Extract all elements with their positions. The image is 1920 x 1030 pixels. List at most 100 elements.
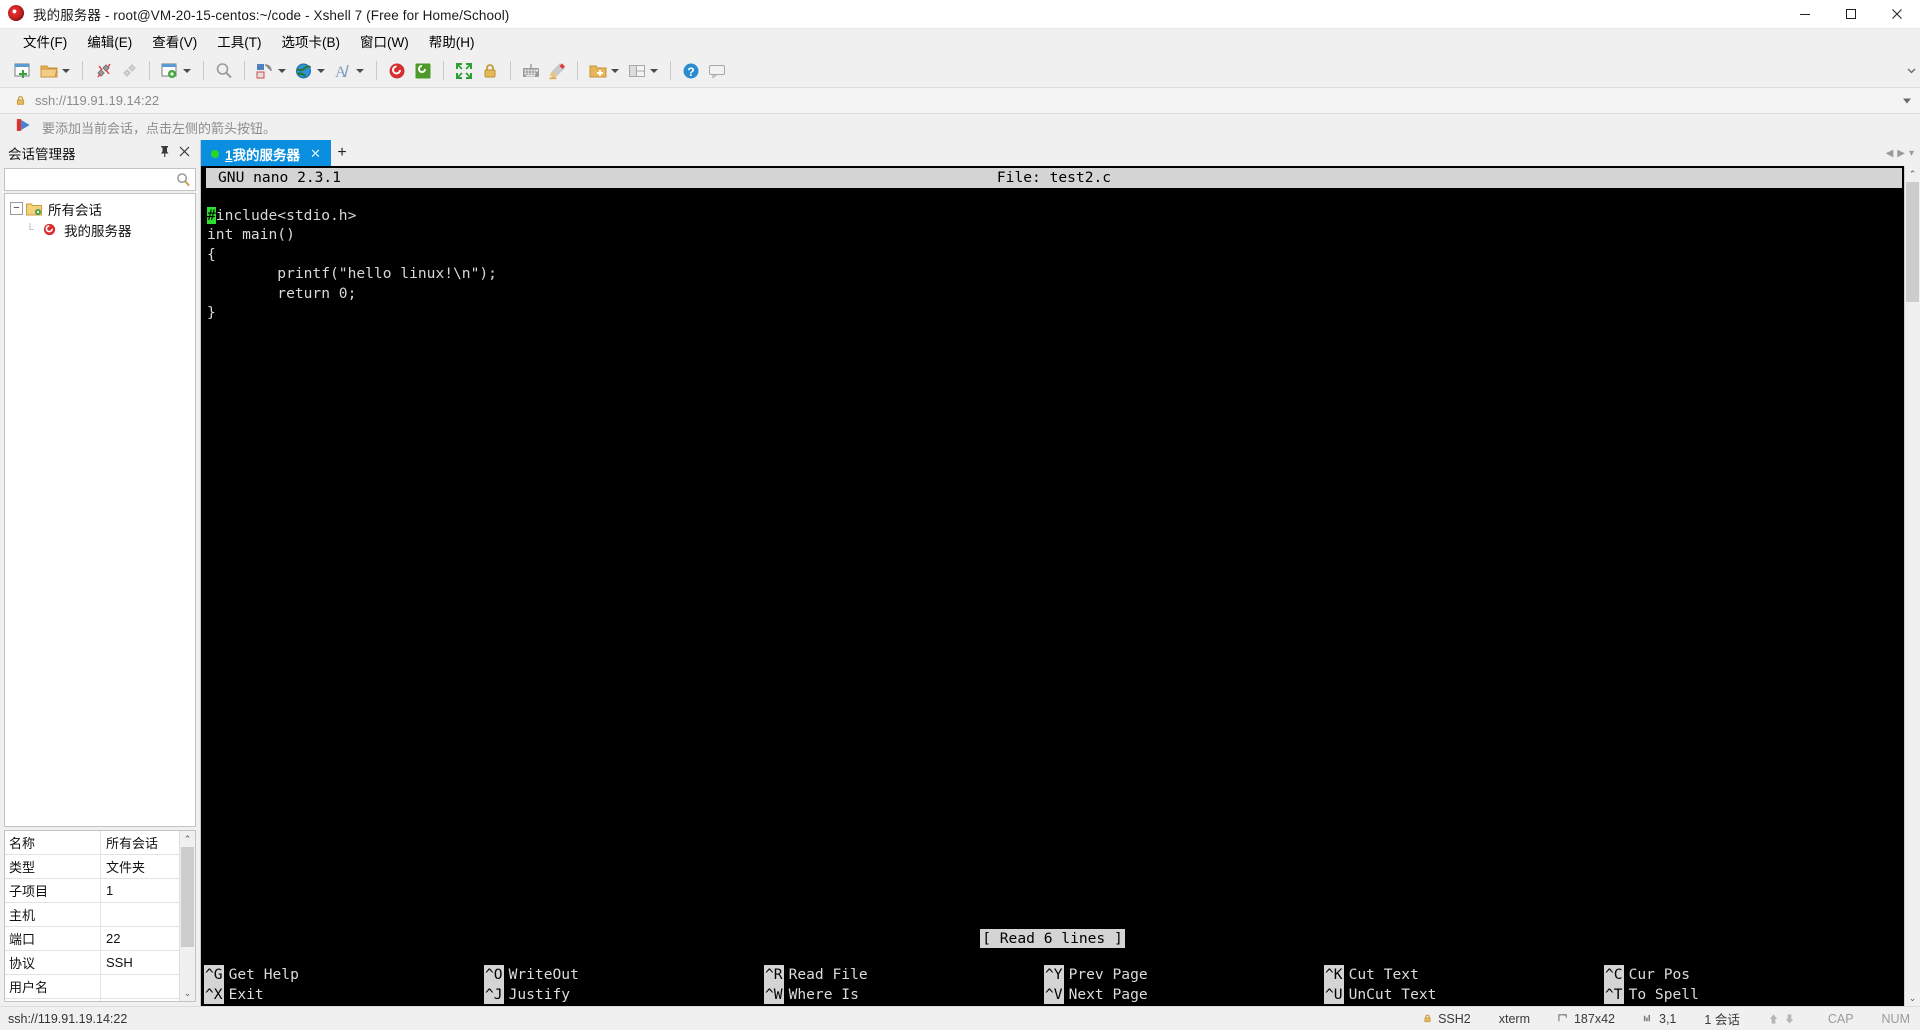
tree-item-my-server[interactable]: └ 我的服务器 xyxy=(5,219,195,240)
shortcut-label: To Spell xyxy=(1628,985,1699,1003)
menu-window[interactable]: 窗口(W) xyxy=(351,28,418,54)
toolbar-separator xyxy=(376,61,377,80)
prop-value xyxy=(101,975,179,998)
shortcut-uncut-text[interactable]: ^U UnCut Text xyxy=(1324,984,1604,1004)
menu-tabs-label: 选项卡(B) xyxy=(281,35,341,50)
tab-nav-right-icon[interactable]: ▶ xyxy=(1897,148,1905,159)
prop-value: 22 xyxy=(106,931,121,946)
title-bar: 我的服务器 - root@VM-20-15-centos:~/code - Xs… xyxy=(0,0,1920,29)
minimize-button[interactable] xyxy=(1782,0,1828,29)
session-search-box[interactable] xyxy=(4,168,196,191)
globe-button[interactable] xyxy=(291,58,330,84)
toolbar-overflow-button[interactable] xyxy=(1904,54,1918,87)
address-bar[interactable]: ssh://119.91.19.14:22 xyxy=(0,87,1920,114)
search-icon[interactable] xyxy=(176,172,191,192)
add-to-folder-icon xyxy=(589,65,607,77)
xftp-button[interactable] xyxy=(410,58,436,84)
shortcut-cur-pos[interactable]: ^C Cur Pos xyxy=(1604,965,1690,985)
shortcut-to-spell[interactable]: ^T To Spell xyxy=(1604,984,1699,1004)
close-button[interactable] xyxy=(1874,0,1920,29)
keyboard-button[interactable] xyxy=(518,58,544,84)
prop-value: 文件夹 xyxy=(106,860,146,875)
new-tab-button[interactable]: + xyxy=(331,140,353,166)
scrollbar-thumb[interactable] xyxy=(181,847,194,947)
maximize-button[interactable] xyxy=(1828,0,1874,29)
scroll-down-icon[interactable]: ⌄ xyxy=(180,985,195,1001)
layout-caret-icon[interactable] xyxy=(650,68,658,73)
shortcut-next-page[interactable]: ^V Next Page xyxy=(1044,984,1324,1004)
properties-scrollbar[interactable]: ⌃ ⌄ xyxy=(179,831,195,1001)
menu-tabs[interactable]: 选项卡(B) xyxy=(273,28,350,54)
menu-edit[interactable]: 编辑(E) xyxy=(78,28,141,54)
globe-caret-icon[interactable] xyxy=(317,68,325,73)
reconnect-button[interactable] xyxy=(116,58,142,84)
scroll-up-icon[interactable]: ⌃ xyxy=(1905,166,1920,182)
close-icon[interactable] xyxy=(179,144,190,162)
menu-help[interactable]: 帮助(H) xyxy=(420,28,484,54)
tab-nav-left-icon[interactable]: ◀ xyxy=(1886,148,1894,159)
terminal-scrollbar[interactable]: ⌃ ⌄ xyxy=(1904,166,1920,1006)
menu-tools[interactable]: 工具(T) xyxy=(208,28,270,54)
scrollbar-track[interactable] xyxy=(180,847,195,985)
shortcut-justify[interactable]: ^J Justify xyxy=(484,984,764,1004)
session-tree[interactable]: − 所有会话 └ 我的服务器 xyxy=(4,193,196,827)
tab-menu-icon[interactable]: ▾ xyxy=(1909,148,1914,159)
tab-close-icon[interactable]: ✕ xyxy=(310,146,321,162)
address-dropdown-caret-icon[interactable] xyxy=(1903,98,1911,103)
lock-icon xyxy=(484,63,496,77)
terminal-screen[interactable]: GNU nano 2.3.1 File: test2.c #include<st… xyxy=(201,166,1904,1006)
scroll-up-icon[interactable]: ⌃ xyxy=(180,831,195,847)
tab-my-server[interactable]: 1我的服务器 ✕ xyxy=(201,140,331,166)
globe-icon xyxy=(296,63,312,78)
scroll-down-icon[interactable]: ⌄ xyxy=(1905,990,1920,1006)
nano-shortcut-bar: ^G Get Help ^O WriteOut ^R Read File ^Y Prev… xyxy=(201,965,1904,1004)
lock-button[interactable] xyxy=(477,58,503,84)
tree-expander-icon[interactable]: − xyxy=(10,202,23,215)
shortcut-key: ^R xyxy=(764,965,784,985)
shortcut-label: Cut Text xyxy=(1348,966,1419,984)
scrollbar-thumb[interactable] xyxy=(1906,182,1919,302)
nano-code-area[interactable]: #include<stdio.h> int main() { printf("h… xyxy=(204,188,1904,322)
menu-file[interactable]: 文件(F) xyxy=(14,28,76,54)
transfer-caret-icon[interactable] xyxy=(278,68,286,73)
shortcut-exit[interactable]: ^X Exit xyxy=(204,984,484,1004)
menu-view[interactable]: 查看(V) xyxy=(143,28,206,54)
comment-button[interactable] xyxy=(704,58,730,84)
session-properties-button[interactable] xyxy=(157,58,196,84)
open-session-button[interactable] xyxy=(36,58,75,84)
code-text: return 0; xyxy=(207,284,357,302)
transfer-button[interactable] xyxy=(252,58,291,84)
add-to-folder-button[interactable] xyxy=(585,58,624,84)
shortcut-where-is[interactable]: ^W Where Is xyxy=(764,984,1044,1004)
add-to-folder-caret-icon[interactable] xyxy=(611,68,619,73)
shortcut-key: ^J xyxy=(484,984,504,1004)
highlight-button[interactable] xyxy=(544,58,570,84)
shortcut-cut-text[interactable]: ^K Cut Text xyxy=(1324,965,1604,985)
open-session-caret-icon[interactable] xyxy=(62,68,70,73)
shortcut-read-file[interactable]: ^R Read File xyxy=(764,965,1044,985)
font-button[interactable]: A xyxy=(330,58,369,84)
xshell-button[interactable] xyxy=(384,58,410,84)
font-caret-icon[interactable] xyxy=(356,68,364,73)
shortcut-key: ^C xyxy=(1604,965,1624,985)
fullscreen-button[interactable] xyxy=(451,58,477,84)
layout-icon xyxy=(629,64,645,77)
scrollbar-track[interactable] xyxy=(1905,182,1920,990)
search-input[interactable] xyxy=(5,169,195,190)
prop-value: SSH xyxy=(106,955,133,970)
new-session-button[interactable] xyxy=(10,58,36,84)
find-button[interactable] xyxy=(211,58,237,84)
shortcut-writeout[interactable]: ^O WriteOut xyxy=(484,965,764,985)
layout-button[interactable] xyxy=(624,58,663,84)
shortcut-get-help[interactable]: ^G Get Help xyxy=(204,965,484,985)
xshell-spiral-icon xyxy=(42,221,59,238)
menu-file-label: 文件(F) xyxy=(23,35,68,50)
pin-icon[interactable] xyxy=(159,144,170,162)
shortcut-prev-page[interactable]: ^Y Prev Page xyxy=(1044,965,1324,985)
session-properties-caret-icon[interactable] xyxy=(183,68,191,73)
prop-key: 协议 xyxy=(5,951,101,974)
tree-item-all-sessions[interactable]: − 所有会话 xyxy=(5,198,195,219)
disconnect-button[interactable] xyxy=(90,58,116,84)
shortcut-label: Get Help xyxy=(228,966,299,984)
help-button[interactable]: ? xyxy=(678,58,704,84)
